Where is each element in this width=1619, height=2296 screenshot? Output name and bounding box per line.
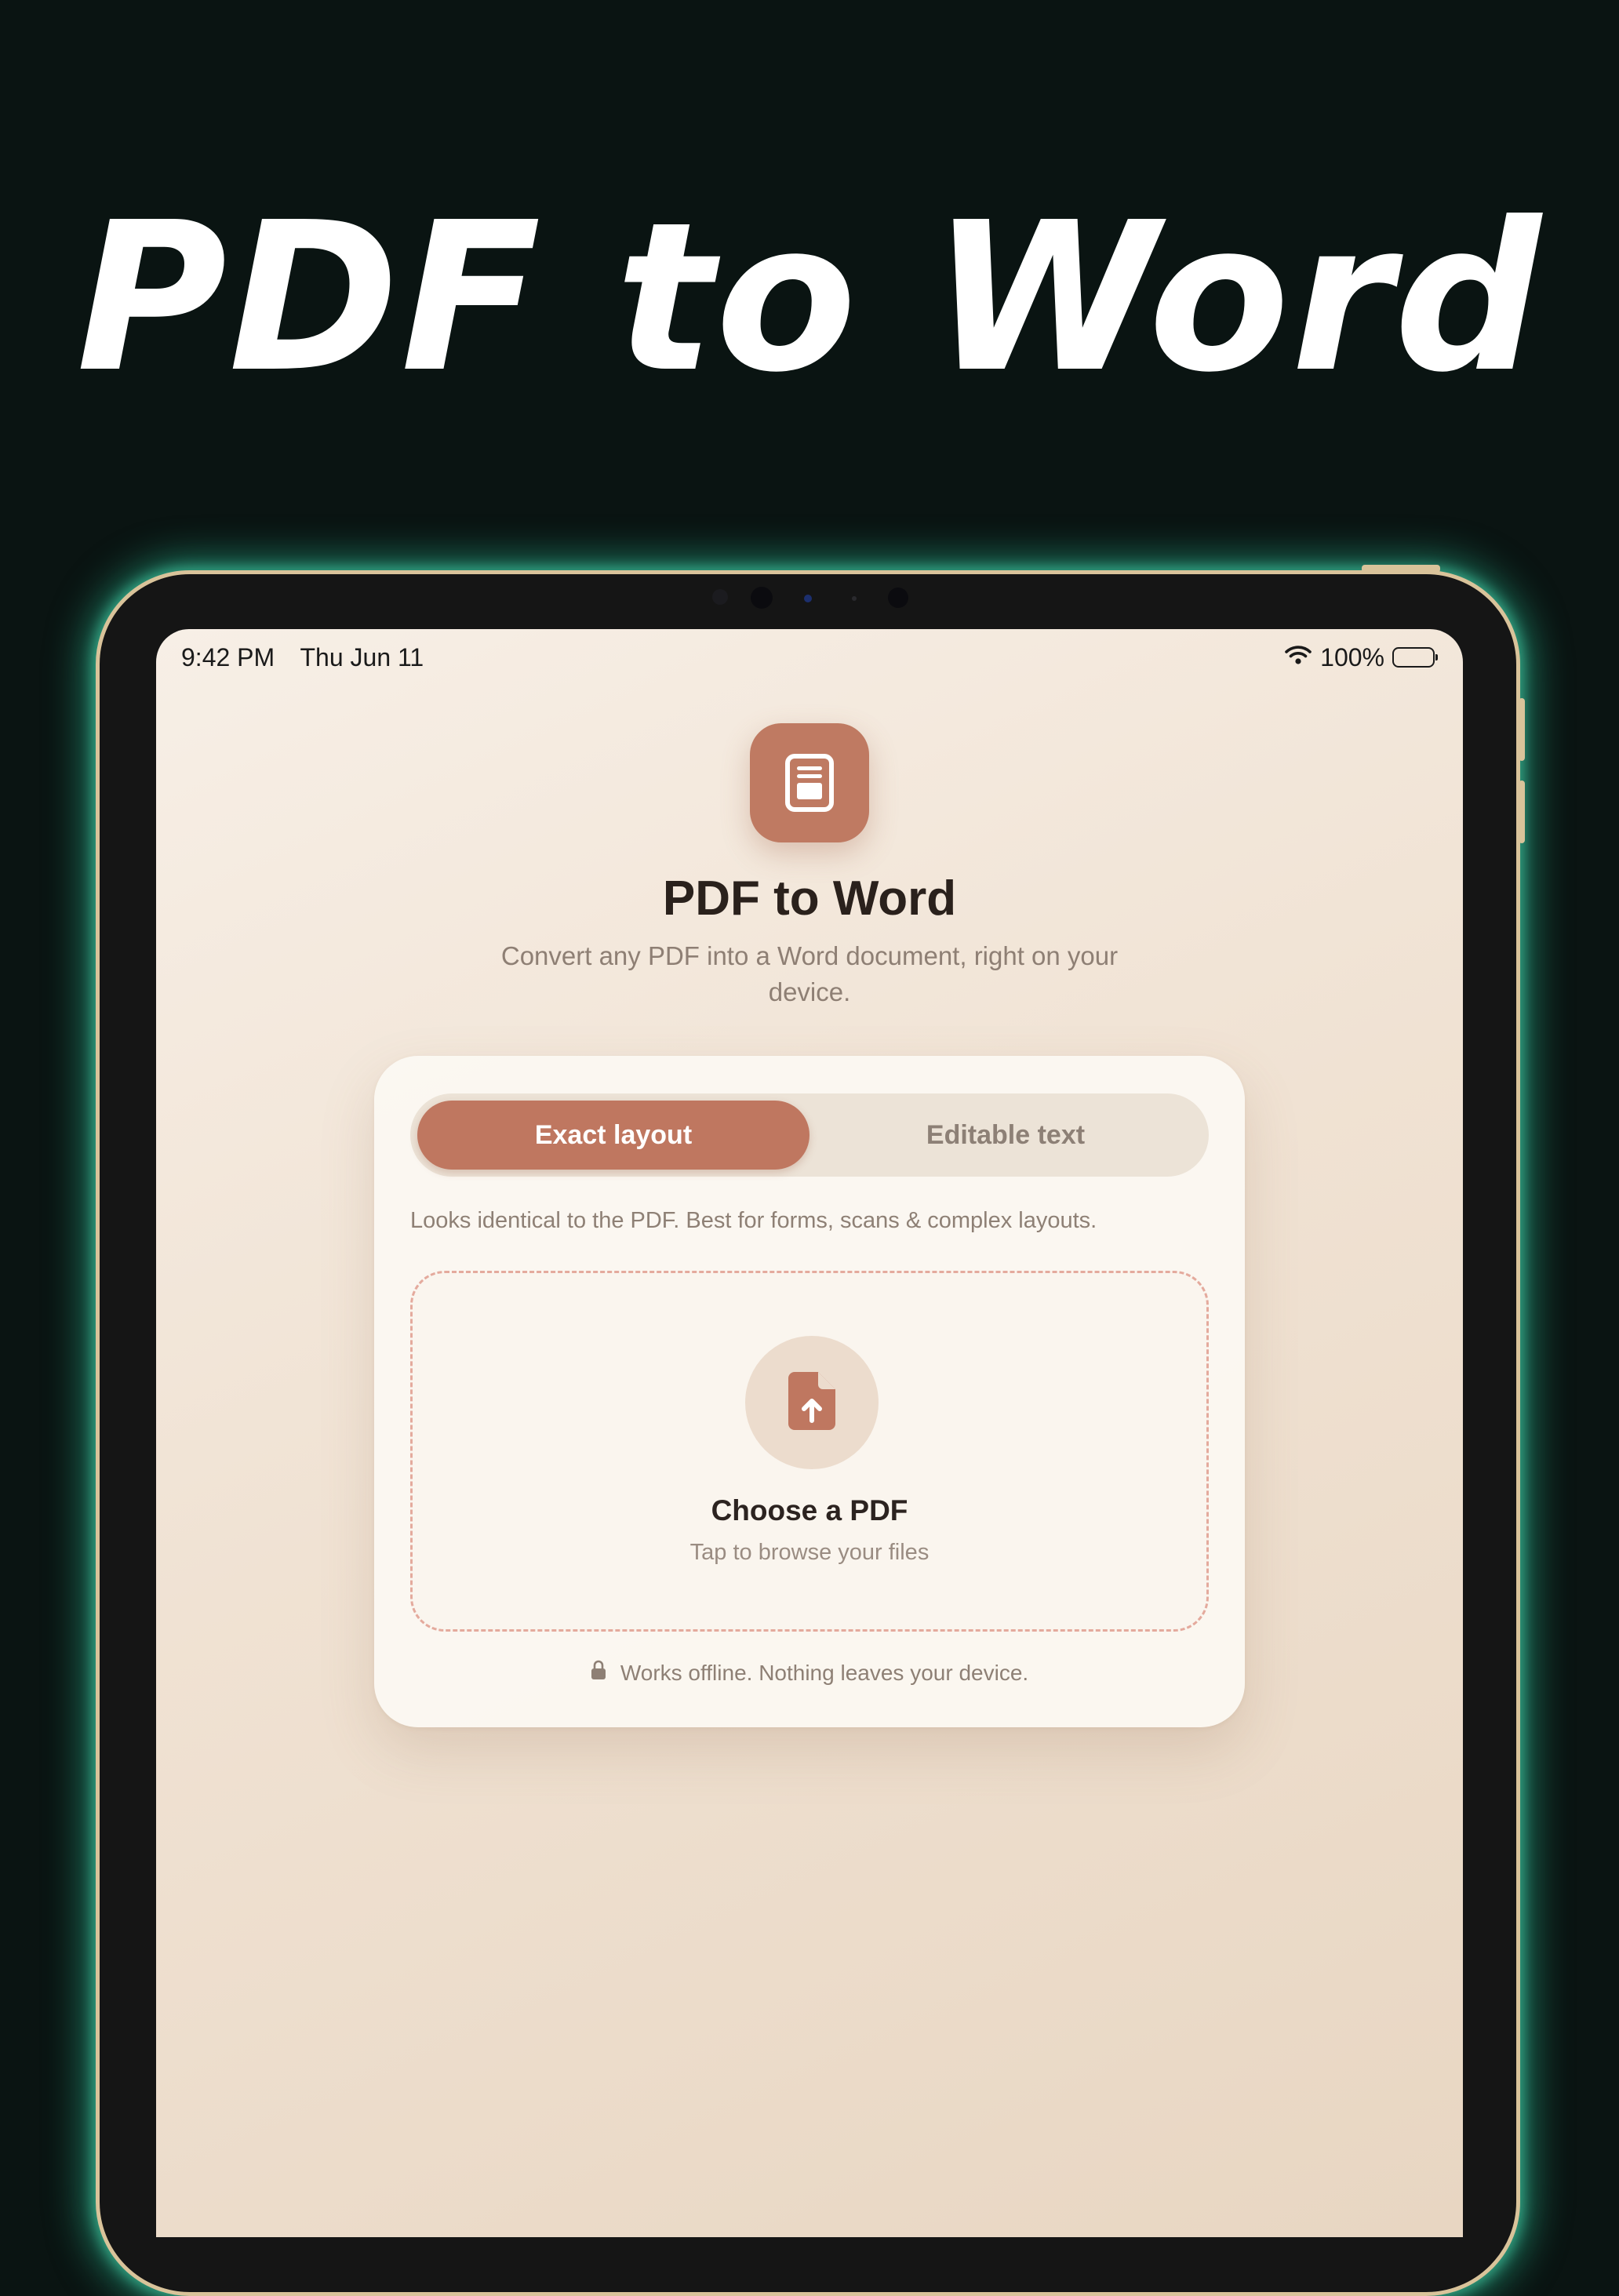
app-subtitle: Convert any PDF into a Word document, ri… [500,941,1119,1006]
conversion-mode-picker: Exact layout Editable text [410,1093,1209,1177]
converter-card: Exact layout Editable text Looks identic… [374,1056,1245,1727]
offline-note: Works offline. Nothing leaves your devic… [374,1660,1245,1686]
lock-icon [591,1660,606,1686]
browse-hint: Tap to browse your files [689,1540,930,1565]
front-camera [751,587,773,609]
wifi-icon [1284,643,1312,672]
status-time: 9:42 PM [181,642,275,671]
choose-pdf-dropzone[interactable]: Choose a PDF Tap to browse your files [410,1271,1209,1632]
app-title: PDF to Word [662,871,957,926]
file-upload-icon [787,1370,837,1435]
document-icon [750,723,869,842]
top-button [1362,565,1440,573]
battery-icon [1392,647,1438,668]
face-id-sensor [888,588,908,608]
front-sensor [712,589,728,605]
upload-badge [745,1336,879,1469]
status-bar: 9:42 PM Thu Jun 11 100% [181,634,1438,681]
battery-percent: 100% [1320,642,1384,671]
ambient-sensor [852,596,857,601]
app-screen: 9:42 PM Thu Jun 11 100% PDF to Word Conv… [156,629,1463,2237]
choose-pdf-label: Choose a PDF [711,1494,908,1526]
mode-editable-text[interactable]: Editable text [810,1101,1202,1170]
offline-note-text: Works offline. Nothing leaves your devic… [620,1660,1029,1685]
mode-exact-layout[interactable]: Exact layout [417,1101,810,1170]
marketing-headline: PDF to Word [76,178,1543,417]
volume-up-button [1519,698,1525,761]
mode-description: Looks identical to the PDF. Best for for… [410,1208,1097,1233]
camera-indicator [804,595,812,602]
status-date: Thu Jun 11 [300,642,424,671]
volume-down-button [1519,780,1525,843]
